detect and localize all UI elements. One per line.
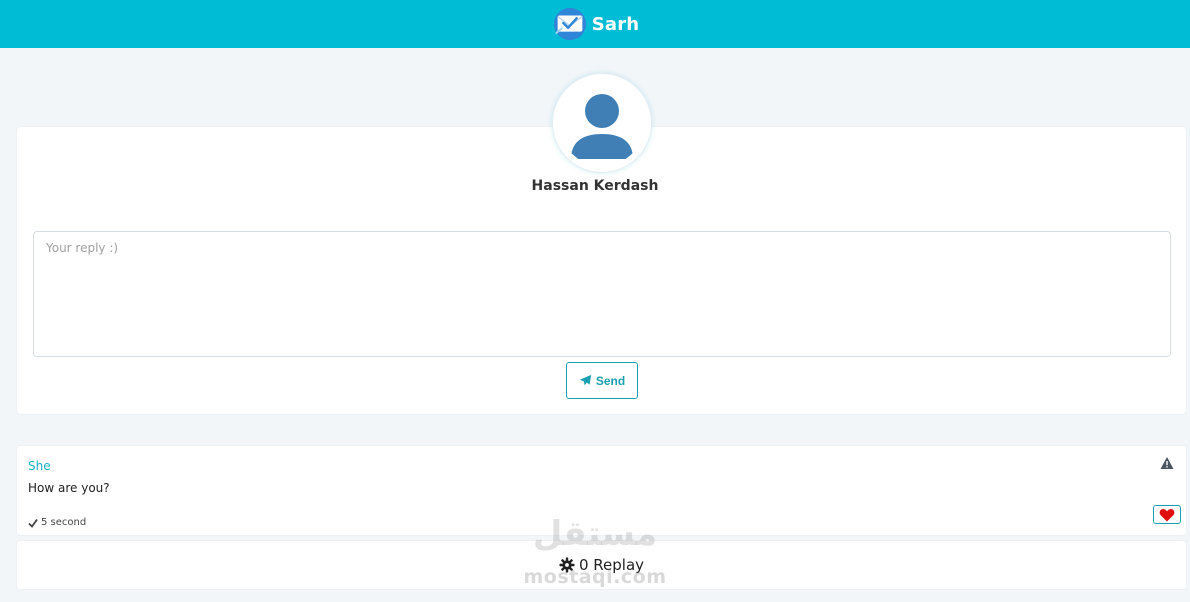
heart-icon [1159, 508, 1175, 521]
like-button[interactable] [1153, 505, 1181, 524]
message-author: She [28, 459, 51, 473]
send-label: Send [595, 373, 626, 388]
user-silhouette-icon [571, 94, 633, 159]
paper-plane-icon [579, 374, 592, 386]
envelope-check-icon [553, 7, 586, 41]
warning-triangle-icon[interactable] [1160, 456, 1174, 470]
top-navbar: Sarh [0, 0, 1190, 48]
profile-name: Hassan Kerdash [531, 178, 659, 194]
avatar [552, 73, 652, 173]
reply-input[interactable] [33, 231, 1171, 357]
gear-icon [559, 557, 575, 573]
check-icon [28, 518, 38, 528]
replies-toggle[interactable]: 0 Replay [17, 541, 1186, 589]
message-card: She How are you? 5 second [17, 446, 1186, 535]
replies-count-label: 0 Replay [578, 556, 645, 574]
brand-name: Sarh [591, 13, 640, 35]
send-button[interactable]: Send [566, 362, 638, 399]
message-text: How are you? [28, 481, 110, 495]
message-timestamp: 5 second [28, 517, 86, 528]
brand[interactable]: Sarh [551, 5, 640, 43]
message-time-label: 5 second [41, 517, 87, 528]
